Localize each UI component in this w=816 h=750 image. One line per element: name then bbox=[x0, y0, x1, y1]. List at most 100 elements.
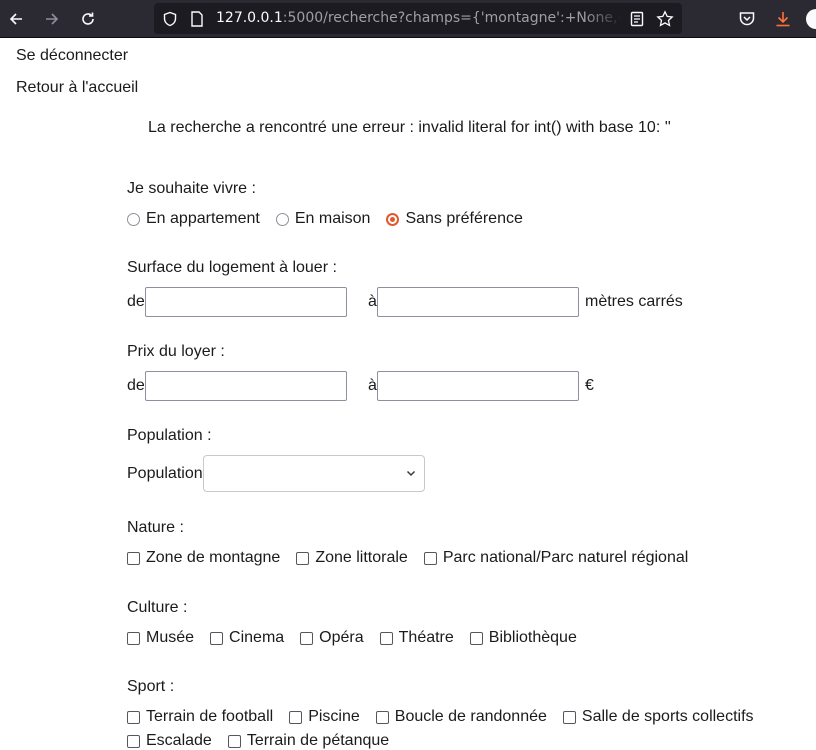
checkbox-label: Musée bbox=[146, 629, 195, 646]
checkbox-zone-littorale[interactable]: Zone littorale bbox=[296, 549, 408, 567]
browser-toolbar: 127.0.0.1:5000/recherche?champs={'montag… bbox=[0, 0, 816, 38]
surface-from-label: de bbox=[127, 293, 145, 310]
reader-view-icon[interactable] bbox=[630, 11, 644, 27]
pocket-icon bbox=[739, 12, 755, 26]
radio-appartement[interactable]: En appartement bbox=[127, 210, 260, 228]
checkbox-icon bbox=[300, 631, 314, 645]
surface-max-input[interactable] bbox=[377, 287, 579, 317]
checkbox-icon bbox=[379, 631, 393, 645]
download-icon bbox=[776, 12, 790, 27]
surface-min-input[interactable] bbox=[145, 287, 347, 317]
surface-unit: mètres carrés bbox=[585, 293, 683, 310]
radio-checked-icon bbox=[386, 212, 400, 226]
checkbox-label: Bibliothèque bbox=[488, 629, 577, 646]
sport-options: Terrain de football Piscine Boucle de ra… bbox=[127, 708, 770, 726]
checkbox-boucle-randonnee[interactable]: Boucle de randonnée bbox=[375, 708, 547, 726]
radio-icon bbox=[127, 212, 140, 226]
nature-options: Zone de montagne Zone littorale Parc nat… bbox=[127, 549, 704, 567]
reload-button[interactable] bbox=[75, 6, 101, 32]
logout-link[interactable]: Se déconnecter bbox=[16, 47, 128, 65]
checkbox-escalade[interactable]: Escalade bbox=[127, 732, 212, 750]
culture-options: Musée Cinema Opéra Théatre Bibliothèque bbox=[127, 629, 593, 647]
checkbox-label: Terrain de pétanque bbox=[246, 732, 390, 749]
housing-options: En appartement En maison Sans préférence bbox=[127, 210, 539, 228]
chevron-down-icon bbox=[406, 470, 416, 477]
checkbox-label: Zone littorale bbox=[315, 549, 408, 566]
checkbox-icon bbox=[127, 734, 140, 748]
checkbox-icon bbox=[289, 710, 303, 724]
checkbox-icon bbox=[423, 551, 437, 565]
sport-options-row2: Escalade Terrain de pétanque bbox=[127, 732, 405, 750]
radio-maison[interactable]: En maison bbox=[275, 210, 371, 228]
sport-label: Sport : bbox=[127, 678, 175, 695]
rent-to-label: à bbox=[368, 377, 377, 394]
checkbox-icon bbox=[127, 551, 140, 565]
error-message: La recherche a rencontré une erreur : in… bbox=[148, 119, 671, 136]
home-link[interactable]: Retour à l'accueil bbox=[16, 79, 138, 97]
checkbox-label: Opéra bbox=[319, 629, 364, 646]
pocket-button[interactable] bbox=[734, 6, 760, 32]
checkbox-icon bbox=[375, 710, 389, 724]
checkbox-terrain-petanque[interactable]: Terrain de pétanque bbox=[227, 732, 390, 750]
checkbox-salle-sports[interactable]: Salle de sports collectifs bbox=[562, 708, 754, 726]
nature-label: Nature : bbox=[127, 519, 184, 536]
rent-label: Prix du loyer : bbox=[127, 343, 225, 360]
checkbox-label: Zone de montagne bbox=[146, 549, 281, 566]
rent-max-input[interactable] bbox=[377, 371, 579, 401]
checkbox-label: Terrain de football bbox=[146, 708, 274, 725]
account-avatar[interactable] bbox=[806, 9, 816, 29]
shield-icon bbox=[163, 11, 177, 27]
arrow-left-icon bbox=[9, 13, 22, 25]
checkbox-icon bbox=[296, 551, 310, 565]
url-text: 127.0.0.1:5000/recherche?champs={'montag… bbox=[216, 10, 620, 26]
rent-from-label: de bbox=[127, 377, 145, 394]
population-select-label: Population bbox=[127, 465, 203, 482]
checkbox-label: Boucle de randonnée bbox=[394, 708, 547, 725]
checkbox-zone-montagne[interactable]: Zone de montagne bbox=[127, 549, 280, 567]
checkbox-label: Escalade bbox=[146, 732, 212, 749]
checkbox-label: Salle de sports collectifs bbox=[581, 708, 754, 725]
surface-label: Surface du logement à louer : bbox=[127, 259, 337, 276]
checkbox-cinema[interactable]: Cinema bbox=[210, 629, 284, 647]
checkbox-icon bbox=[210, 631, 224, 645]
checkbox-icon bbox=[127, 631, 140, 645]
culture-label: Culture : bbox=[127, 599, 188, 616]
rent-unit: € bbox=[585, 377, 594, 394]
url-bar[interactable]: 127.0.0.1:5000/recherche?champs={'montag… bbox=[154, 3, 682, 34]
checkbox-opera[interactable]: Opéra bbox=[300, 629, 364, 647]
bookmark-star-icon[interactable] bbox=[656, 10, 674, 28]
radio-icon bbox=[275, 212, 289, 226]
url-host: 127.0.0.1 bbox=[216, 10, 283, 26]
rent-min-input[interactable] bbox=[145, 371, 347, 401]
page-icon bbox=[191, 11, 203, 27]
checkbox-icon bbox=[469, 631, 483, 645]
housing-label: Je souhaite vivre : bbox=[127, 180, 256, 197]
checkbox-piscine[interactable]: Piscine bbox=[289, 708, 360, 726]
checkbox-label: Piscine bbox=[308, 708, 360, 725]
checkbox-icon bbox=[227, 734, 241, 748]
checkbox-bibliotheque[interactable]: Bibliothèque bbox=[469, 629, 577, 647]
checkbox-parc-national[interactable]: Parc national/Parc naturel régional bbox=[423, 549, 689, 567]
reload-icon bbox=[82, 12, 94, 25]
radio-label: Sans préférence bbox=[405, 210, 523, 227]
checkbox-terrain-football[interactable]: Terrain de football bbox=[127, 708, 273, 726]
checkbox-theatre[interactable]: Théatre bbox=[379, 629, 454, 647]
url-fade bbox=[584, 3, 624, 34]
checkbox-icon bbox=[127, 710, 140, 724]
checkbox-label: Cinema bbox=[229, 629, 285, 646]
checkbox-icon bbox=[562, 710, 576, 724]
surface-to-label: à bbox=[368, 293, 377, 310]
population-select[interactable] bbox=[203, 455, 425, 492]
checkbox-label: Parc national/Parc naturel régional bbox=[442, 549, 689, 566]
downloads-button[interactable] bbox=[770, 6, 796, 32]
checkbox-label: Théatre bbox=[398, 629, 454, 646]
arrow-right-icon bbox=[46, 13, 59, 25]
population-label: Population : bbox=[127, 427, 212, 444]
radio-sans-preference[interactable]: Sans préférence bbox=[386, 210, 523, 228]
forward-button[interactable] bbox=[39, 6, 65, 32]
back-button[interactable] bbox=[3, 6, 29, 32]
url-path: :5000/recherche?champs={'montagne':+None… bbox=[282, 10, 620, 26]
radio-label: En maison bbox=[294, 210, 371, 227]
radio-label: En appartement bbox=[146, 210, 260, 227]
checkbox-musee[interactable]: Musée bbox=[127, 629, 194, 647]
